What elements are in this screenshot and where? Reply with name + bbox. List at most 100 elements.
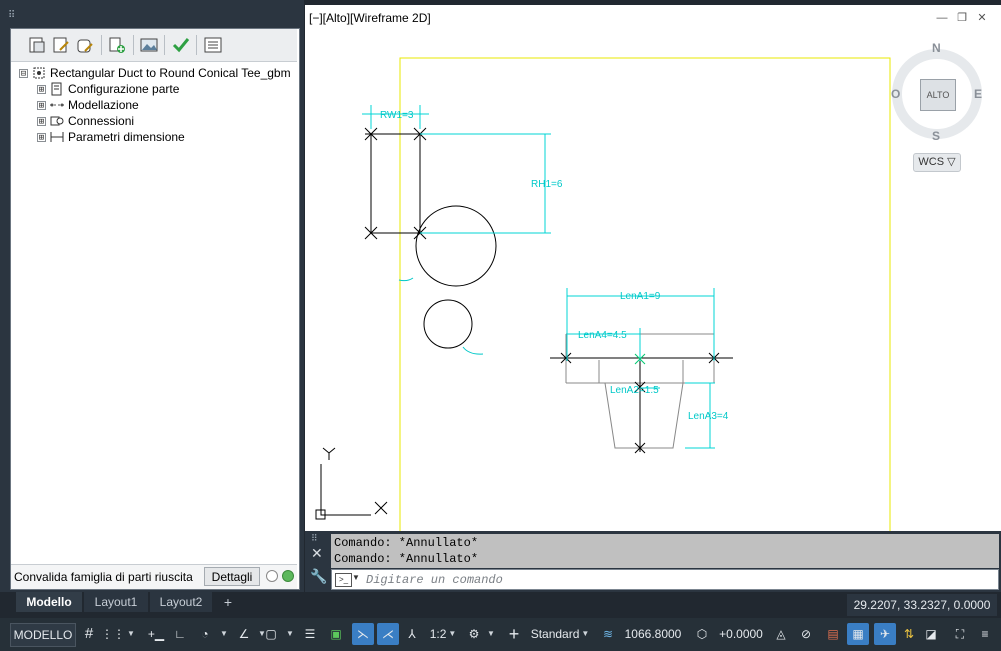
toolbar-separator [133,35,134,55]
elevation-value[interactable]: 1066.8000 [622,623,684,645]
viewcube-face-top[interactable]: ALTO [920,79,956,111]
tree-item-label: Configurazione parte [68,82,180,96]
command-input[interactable]: >_ ▼ Digitare un comando [331,569,999,590]
infer-constraints-icon[interactable]: +▁ [145,623,167,645]
tree-item-connessioni[interactable]: ⊞ Connessioni [37,113,134,129]
coordinates-readout[interactable]: 29.2207, 33.2327, 0.0000 [847,594,997,616]
tee-dimensions [566,288,715,449]
edit-family-icon[interactable] [51,35,71,55]
drawing-canvas[interactable]: [−][Alto][Wireframe 2D] — ❐ ✕ RW1=3 RH1=… [305,5,1001,531]
palette-grip[interactable]: ⠿ [8,10,16,21]
connections-icon [49,114,65,128]
object-snap-icon[interactable]: ▢ [261,623,281,645]
round-duct-circle [415,205,497,287]
grid-icon[interactable]: # [80,623,98,645]
details-button[interactable]: Dettagli [204,567,260,586]
toolbar-separator [196,35,197,55]
viewcube[interactable]: N S E O ALTO [891,39,983,149]
model-space-button[interactable]: MODELLO [10,623,76,647]
palette-body: ⊟ Rectangular Duct to Round Conical Tee_… [10,28,300,590]
part-builder-palette: ⠿ ⊟ Rectangular Duct to Round Conical Te… [0,0,304,592]
tree-item-modellazione[interactable]: ⊞ Modellazione [37,97,139,113]
lock-ui-icon[interactable]: ⊘ [796,623,816,645]
image-icon[interactable] [139,35,159,55]
tee-axis [550,352,733,454]
expand-icon[interactable]: ⊞ [37,116,46,126]
dim-rh1-text: RH1=6 [531,179,563,190]
dim-lena2-text: LenA2=1.5 [610,385,659,396]
annotation-scale-icon[interactable]: ⅄ [402,623,422,645]
gear-caret-icon[interactable]: ▼ [484,623,496,645]
recent-commands-caret-icon[interactable]: ▼ [352,573,360,582]
save-family-icon[interactable] [27,35,47,55]
compass-north[interactable]: N [932,41,941,55]
snap-caret-icon[interactable]: ▼ [124,623,136,645]
command-line-grip[interactable]: ⠿ [311,533,318,544]
offset-value[interactable]: +0.0000 [715,623,767,645]
transparency-icon[interactable]: ▣ [326,623,346,645]
polar-caret-icon[interactable]: ▼ [217,623,229,645]
wcs-menu-button[interactable]: WCS ▽ [913,153,961,172]
small-circle [423,299,473,349]
workspace-gear-icon[interactable]: ⚙ [464,623,484,645]
status-ok-icon [282,570,294,582]
command-line-area: ⠿ ✕ 🔧 Comando: *Annullato* Comando: *Ann… [305,531,1001,592]
elevation-layers-icon[interactable]: ≋ [598,623,618,645]
validation-status-text: Convalida famiglia di parti riuscita [14,570,193,584]
dim-lena3-text: LenA3=4 [688,411,729,422]
image-adjust-icon[interactable]: ◪ [921,623,941,645]
offset-icon[interactable]: ⬡ [692,623,712,645]
collapse-icon[interactable]: ⊟ [19,68,28,78]
tree-item-root[interactable]: ⊟ Rectangular Duct to Round Conical Tee_… [19,65,291,81]
annotation-visibility-icon[interactable]: ⋋ [352,623,374,645]
isolate-objects-icon[interactable]: ▤ [822,623,844,645]
auto-scale-icon[interactable]: ⋌ [377,623,399,645]
tree-item-label: Parametri dimensione [68,130,185,144]
close-command-line-icon[interactable]: ✕ [311,545,323,562]
tab-modello[interactable]: Modello [16,592,82,612]
rect-duct-outline [370,133,421,234]
expand-icon[interactable]: ⊞ [37,84,46,94]
annotation-scale-select[interactable]: 1:2 ▼ [426,623,460,645]
add-layout-button[interactable]: + [216,592,240,612]
add-part-icon[interactable] [107,35,127,55]
validate-check-icon[interactable] [171,35,191,55]
fullscreen-icon[interactable]: ⛶ [950,623,970,645]
clean-screen-icon[interactable]: ✈ [874,623,896,645]
customize-wrench-icon[interactable]: 🔧 [310,568,327,585]
tab-layout2[interactable]: Layout2 [150,592,212,612]
crosshair-plus-icon[interactable]: + [504,623,524,645]
modeling-icon [49,98,65,112]
properties-toggle-icon[interactable]: ⇅ [899,623,919,645]
compass-west[interactable]: O [891,87,900,101]
dimension-parameters-icon [49,130,65,144]
properties-list-icon[interactable] [203,35,223,55]
dim-lena4-text: LenA4=4.5 [578,330,627,341]
osnap-caret-icon[interactable]: ▼ [283,623,295,645]
hardware-acceleration-icon[interactable]: ▦ [847,623,869,645]
polar-tracking-icon[interactable]: ◔ [195,623,215,645]
isometric-icon[interactable]: ∠ [234,623,254,645]
expand-icon[interactable]: ⊞ [37,132,46,142]
toolbar-separator [101,35,102,55]
customization-menu-icon[interactable]: ≡ [975,623,995,645]
ortho-icon[interactable]: ∟ [170,623,190,645]
dim-rw1-text: RW1=3 [380,110,414,121]
compass-south[interactable]: S [932,129,940,143]
command-prompt-icon[interactable]: >_ [335,573,352,587]
tree-item-label: Rectangular Duct to Round Conical Tee_gb… [50,66,291,80]
edit-part-icon[interactable] [75,35,95,55]
snap-icon[interactable]: ⋮⋮ [101,623,125,645]
shapes-icon[interactable]: ◬ [771,623,791,645]
duct-style-select[interactable]: Standard ▼ [529,623,591,645]
compass-east[interactable]: E [974,87,982,101]
lineweight-icon[interactable]: ☰ [300,623,320,645]
history-line: Comando: *Annullato* [334,552,479,566]
tab-layout1[interactable]: Layout1 [84,592,148,612]
expand-icon[interactable]: ⊞ [37,100,46,110]
tree-item-configurazione[interactable]: ⊞ Configurazione parte [37,81,179,97]
command-history: Comando: *Annullato* Comando: *Annullato… [331,534,999,568]
status-bar: MODELLO # ⋮⋮ ▼ +▁ ∟ ◔ ▼ ∠ ▼ ▢ ▼ ☰ ▣ ⋋ ⋌ … [0,618,1001,651]
tree-item-parametri[interactable]: ⊞ Parametri dimensione [37,129,185,145]
part-config-icon [49,82,65,96]
